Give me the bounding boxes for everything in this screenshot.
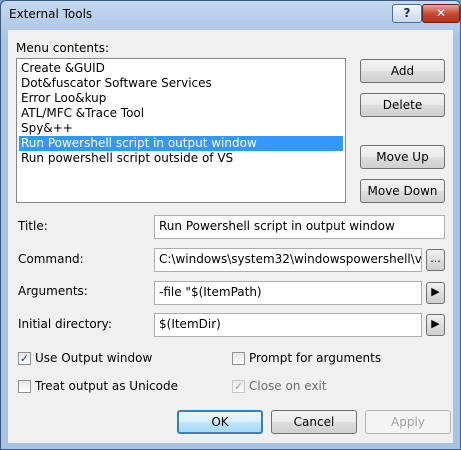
initial-directory-field[interactable]: $(ItemDir) bbox=[154, 313, 422, 337]
move-down-button[interactable]: Move Down bbox=[360, 179, 445, 203]
initial-directory-arrow-button[interactable]: ▶ bbox=[426, 314, 445, 336]
list-item[interactable]: Spy&++ bbox=[19, 121, 343, 136]
ok-button[interactable]: OK bbox=[177, 410, 263, 434]
menu-contents-label: Menu contents: bbox=[16, 41, 109, 55]
list-item[interactable]: Error Loo&kup bbox=[19, 91, 343, 106]
treat-output-unicode-checkbox[interactable] bbox=[18, 380, 31, 393]
command-field[interactable]: C:\windows\system32\windowspowershell\v1… bbox=[154, 248, 422, 272]
treat-output-unicode-label: Treat output as Unicode bbox=[35, 379, 178, 393]
list-item[interactable]: ATL/MFC &Trace Tool bbox=[19, 106, 343, 121]
arguments-label: Arguments: bbox=[18, 284, 88, 298]
browse-button[interactable]: ... bbox=[426, 249, 445, 271]
external-tools-dialog: External Tools ? ✕ Menu contents: Create… bbox=[0, 0, 461, 450]
close-on-exit-checkbox: ✓ bbox=[232, 380, 245, 393]
right-arrow-icon: ▶ bbox=[431, 285, 440, 298]
right-arrow-icon: ▶ bbox=[431, 317, 440, 330]
move-up-button[interactable]: Move Up bbox=[360, 145, 445, 169]
list-item[interactable]: Create &GUID bbox=[19, 61, 343, 76]
use-output-window-checkbox[interactable]: ✓ bbox=[18, 352, 31, 365]
window-title: External Tools bbox=[9, 7, 93, 21]
help-button[interactable]: ? bbox=[392, 4, 422, 23]
arguments-arrow-button[interactable]: ▶ bbox=[426, 282, 445, 304]
command-label: Command: bbox=[18, 252, 84, 266]
initial-directory-label: Initial directory: bbox=[18, 317, 112, 331]
cancel-button[interactable]: Cancel bbox=[271, 410, 357, 434]
prompt-for-arguments-label: Prompt for arguments bbox=[249, 351, 382, 365]
title-field[interactable]: Run Powershell script in output window bbox=[154, 215, 445, 239]
apply-button: Apply bbox=[365, 410, 451, 434]
title-bar[interactable]: External Tools ? ✕ bbox=[1, 1, 460, 29]
list-item-selected[interactable]: Run Powershell script in output window bbox=[19, 136, 343, 151]
use-output-window-label: Use Output window bbox=[35, 351, 153, 365]
arguments-field[interactable]: -file "$(ItemPath) bbox=[154, 281, 422, 305]
close-on-exit-label: Close on exit bbox=[249, 379, 327, 393]
list-item[interactable]: Run powershell script outside of VS bbox=[19, 151, 343, 166]
title-label: Title: bbox=[18, 219, 48, 233]
delete-button[interactable]: Delete bbox=[360, 93, 445, 117]
close-button[interactable]: ✕ bbox=[422, 4, 460, 23]
dialog-body: Menu contents: Create &GUID Dot&fuscator… bbox=[8, 30, 453, 443]
menu-contents-list[interactable]: Create &GUID Dot&fuscator Software Servi… bbox=[16, 58, 346, 203]
list-item[interactable]: Dot&fuscator Software Services bbox=[19, 76, 343, 91]
prompt-for-arguments-checkbox[interactable] bbox=[232, 352, 245, 365]
add-button[interactable]: Add bbox=[360, 59, 445, 83]
